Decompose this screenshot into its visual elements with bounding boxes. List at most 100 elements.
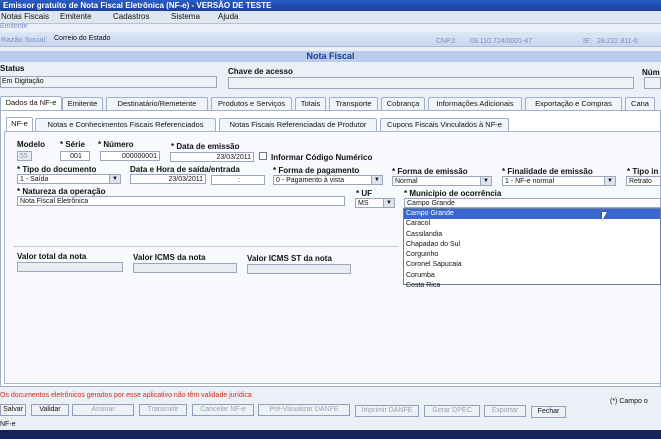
cancelar-nfe-button[interactable]: Cancelar NF-e	[192, 404, 254, 416]
numero-header-field	[644, 77, 661, 89]
chevron-down-icon: ▼	[480, 177, 491, 185]
chevron-down-icon: ▼	[383, 199, 394, 207]
municipio-option[interactable]: Campo Grande	[404, 209, 660, 220]
numero-header-label: Núm	[642, 68, 660, 77]
tab-totais[interactable]: Totais	[295, 97, 326, 110]
uf-select[interactable]: MS ▼	[355, 198, 395, 208]
valor-total-field	[17, 262, 123, 272]
modelo-field: 55	[17, 151, 32, 161]
cnpj-label: CNPJ:	[436, 38, 457, 45]
tab-dados-nfe[interactable]: Dados da NF-e	[0, 96, 62, 110]
emitente-info-bar: Razão Social: Correio do Estado CNPJ: 03…	[0, 32, 661, 47]
data-saida-field[interactable]: 23/03/2011	[130, 174, 206, 184]
hora-saida-field[interactable]: :	[211, 175, 265, 185]
informar-codigo-checkbox[interactable]	[259, 152, 267, 160]
tab-nfe[interactable]: NF-e	[6, 117, 33, 131]
section-title: Nota Fiscal	[0, 51, 661, 62]
cnpj-value: 03.110.724/0001-47	[470, 38, 533, 45]
menu-notas-fiscais[interactable]: Notas Fiscais	[1, 12, 49, 21]
status-label: Status	[0, 64, 25, 73]
forma-pagamento-value: 0 - Pagamento à vista	[276, 177, 345, 184]
menu-emitente[interactable]: Emitente	[60, 12, 92, 21]
status-bar: NF-e	[0, 421, 16, 428]
finalidade-select[interactable]: 1 - NF-e normal ▼	[502, 176, 616, 186]
tab-cobranca[interactable]: Cobrança	[381, 97, 425, 110]
tipo-impressao-select[interactable]: Retrato	[626, 176, 661, 186]
required-fields-note: (*) Campo o	[610, 398, 648, 405]
finalidade-label: * Finalidade de emissão	[502, 167, 593, 176]
forma-emissao-select[interactable]: Normal ▼	[392, 176, 492, 186]
tab-informacoes-adicionais[interactable]: Informações Adicionais	[428, 97, 522, 110]
municipio-select[interactable]: Campo Grande	[404, 198, 661, 208]
finalidade-value: 1 - NF-e normal	[505, 178, 555, 185]
chave-label: Chave de acesso	[228, 67, 293, 76]
ie-label: IE:	[583, 38, 592, 45]
mouse-cursor-icon	[602, 212, 612, 221]
natureza-operacao-label: * Natureza da operação	[17, 187, 106, 196]
tipo-documento-label: * Tipo do documento	[17, 165, 97, 174]
tab-notas-referenciadas[interactable]: Notas e Conhecimentos Fiscais Referencia…	[35, 118, 216, 131]
forma-pagamento-select[interactable]: 0 - Pagamento à vista ▼	[273, 175, 383, 185]
tab-transporte[interactable]: Transporte	[329, 97, 378, 110]
validar-button[interactable]: Validar	[31, 404, 69, 416]
window-title: Emissor gratuito de Nota Fiscal Eletrôni…	[0, 0, 661, 11]
fechar-button[interactable]: Fechar	[531, 406, 566, 418]
warning-message: Os documentos eletrônicos gerados por es…	[0, 392, 252, 399]
valor-icms-field	[133, 263, 237, 273]
data-emissao-label: * Data de emissão	[171, 142, 240, 151]
uf-value: MS	[358, 200, 369, 207]
menu-ajuda[interactable]: Ajuda	[218, 12, 238, 21]
forma-emissao-value: Normal	[395, 178, 418, 185]
tipo-documento-value: 1 - Saída	[20, 176, 49, 183]
emitente-label: Emitente	[0, 23, 28, 30]
tab-destinatario[interactable]: Destinatário/Remetente	[106, 97, 208, 110]
imprimir-danfe-button[interactable]: Imprimir DANFE	[355, 405, 419, 417]
menu-sistema[interactable]: Sistema	[171, 12, 200, 21]
municipio-option[interactable]: Costa Rica	[404, 281, 660, 291]
divider	[13, 246, 398, 247]
serie-label: * Série	[60, 140, 85, 149]
municipio-option[interactable]: Coronel Sapucaia	[404, 260, 660, 270]
municipio-option[interactable]: Corguinho	[404, 250, 660, 260]
tab-cupons-fiscais[interactable]: Cupons Fiscais Vinculados à NF-e	[380, 118, 509, 131]
gerar-dpec-button[interactable]: Gerar DPEC	[424, 405, 480, 417]
municipio-dropdown-list: Campo Grande Caracol Cassilandia Chapada…	[403, 208, 661, 289]
ie-value: 28.222.811-6	[597, 38, 638, 45]
natureza-operacao-field[interactable]: Nota Fiscal Eletrônica	[17, 196, 345, 206]
tab-produtos-servicos[interactable]: Produtos e Serviços	[211, 97, 292, 110]
forma-emissao-label: * Forma de emissão	[392, 167, 468, 176]
tab-exportacao-compras[interactable]: Exportação e Compras	[525, 97, 622, 110]
tipo-documento-select[interactable]: 1 - Saída ▼	[17, 174, 121, 184]
municipio-option[interactable]: Cassilandia	[404, 230, 660, 240]
tab-notas-produtor[interactable]: Notas Fiscais Referenciadas de Produtor	[219, 118, 377, 131]
tab-emitente[interactable]: Emitente	[62, 97, 103, 110]
transmitir-button[interactable]: Transmitir	[139, 404, 187, 416]
chevron-down-icon: ▼	[371, 176, 382, 184]
exportar-button[interactable]: Exportar	[484, 405, 526, 417]
taskbar	[0, 430, 661, 439]
pre-visualizar-danfe-button[interactable]: Pré-Visualizar DANFE	[258, 404, 350, 416]
numero-label: * Número	[98, 140, 134, 149]
informar-codigo-label: Informar Código Numérico	[271, 153, 373, 162]
chave-field	[228, 77, 634, 89]
municipio-option[interactable]: Corumba	[404, 271, 660, 281]
numero-field[interactable]: 000000001	[100, 151, 160, 161]
uf-label: * UF	[356, 189, 372, 198]
salvar-button[interactable]: Salvar	[0, 404, 26, 416]
municipio-label: * Município de ocorrência	[404, 189, 502, 198]
tab-cana[interactable]: Cana	[625, 97, 655, 110]
razao-social-label: Razão Social:	[1, 35, 48, 44]
assinar-button[interactable]: Assinar	[72, 404, 134, 416]
razao-social-value: Correio do Estado	[54, 35, 111, 42]
menu-bar: Notas Fiscais Emitente Cadastros Sistema…	[0, 11, 661, 24]
valor-icms-label: Valor ICMS da nota	[133, 253, 206, 262]
municipio-option[interactable]: Caracol	[404, 219, 660, 229]
data-saida-label: Data e Hora de saída/entrada	[130, 165, 240, 174]
serie-field[interactable]: 001	[60, 151, 90, 161]
valor-total-label: Valor total da nota	[17, 252, 87, 261]
menu-cadastros[interactable]: Cadastros	[113, 12, 149, 21]
municipio-option[interactable]: Chapadao do Sul	[404, 240, 660, 250]
valor-icms-st-label: Valor ICMS ST da nota	[247, 254, 332, 263]
forma-pagamento-label: * Forma de pagamento	[273, 166, 360, 175]
data-emissao-field[interactable]: 23/03/2011	[170, 152, 254, 162]
